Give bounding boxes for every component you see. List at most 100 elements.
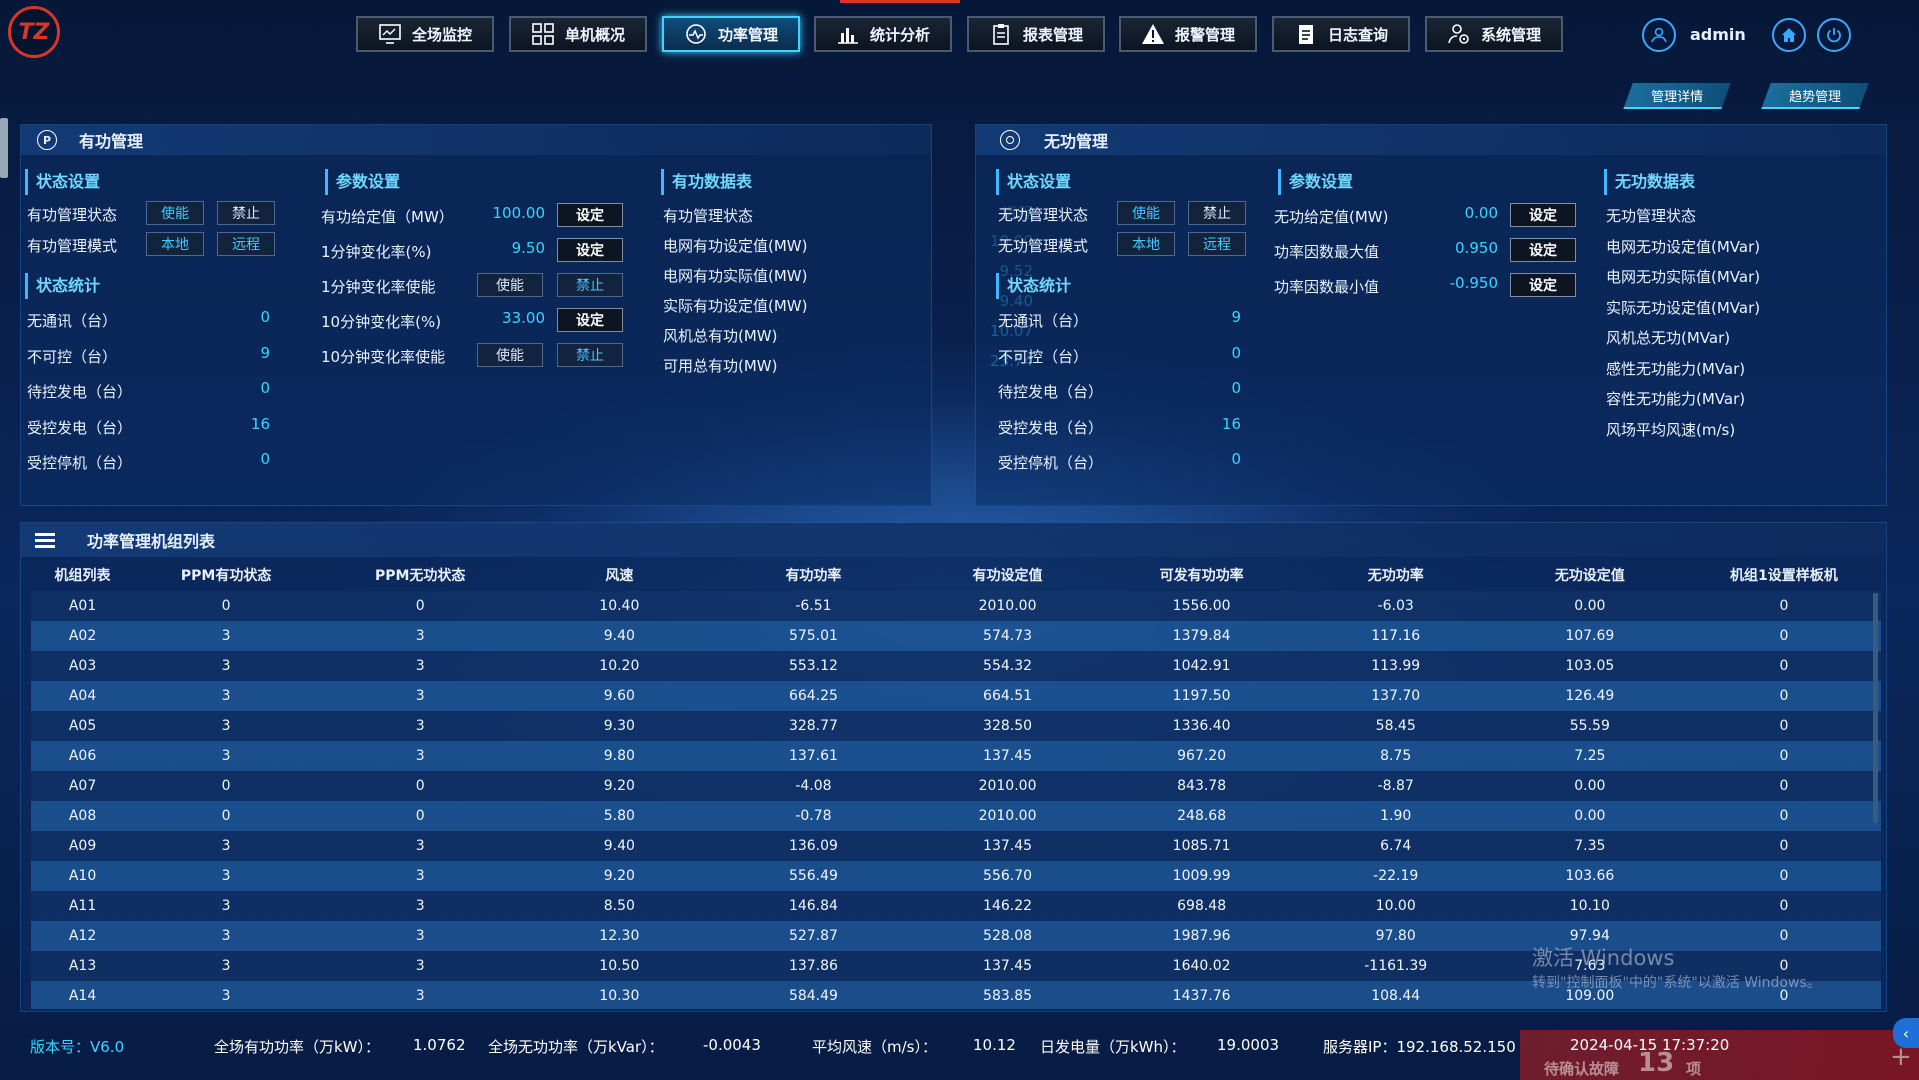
param-disable-button[interactable]: 禁止 [557, 273, 623, 297]
status-stat-value: 0 [260, 379, 270, 397]
table-cell: 0 [1779, 718, 1789, 734]
table-row[interactable]: A11 3 3 8.50 146.84 146.22 698.48 10.00 10.10 0 [31, 891, 1881, 921]
table-cell: 575.01 [788, 628, 838, 644]
column-header[interactable]: PPM有功状态 [134, 559, 318, 591]
column-header[interactable]: 有功设定值 [910, 559, 1104, 591]
nav-power-gauge-button[interactable]: 功率管理 [662, 16, 800, 52]
param-enable-button[interactable]: 使能 [477, 273, 543, 297]
data-row-value: 远程 [1744, 202, 1919, 223]
table-cell: 2010.00 [978, 808, 1037, 824]
user-icon[interactable] [1642, 18, 1676, 52]
param-set-button[interactable]: 设定 [557, 308, 623, 332]
table-row[interactable]: A02 3 3 9.40 575.01 574.73 1379.84 117.16 107.69… [31, 621, 1881, 651]
nav-grid-button[interactable]: 单机概况 [509, 16, 647, 52]
column-header[interactable]: 机组列表 [31, 559, 134, 591]
table-row[interactable]: A07 0 0 9.20 -4.08 2010.00 843.78 -8.87 0.00 0 [31, 771, 1881, 801]
table-cell: 0 [1779, 778, 1789, 794]
table-cell: 103.05 [1565, 658, 1615, 674]
table-cell: 553.12 [788, 658, 838, 674]
table-scrollbar[interactable] [1873, 593, 1878, 823]
table-row[interactable]: A08 0 0 5.80 -0.78 2010.00 248.68 1.90 0.00 0 [31, 801, 1881, 831]
table-cell: 0.00 [1574, 808, 1606, 824]
power-icon[interactable] [1817, 18, 1851, 52]
status-stat-value: 0 [1231, 343, 1241, 362]
nav-user-settings-button[interactable]: 系统管理 [1425, 16, 1563, 52]
column-header[interactable]: 无功设定值 [1493, 559, 1687, 591]
table-cell: 137.45 [983, 838, 1033, 854]
data-row-value: 0.00 [1744, 294, 1919, 312]
status-btn-secondary[interactable]: 禁止 [1188, 201, 1246, 225]
status-btn-secondary[interactable]: 远程 [1188, 232, 1246, 256]
table-row[interactable]: A06 3 3 9.80 137.61 137.45 967.20 8.75 7.25 0 [31, 741, 1881, 771]
param-set-button[interactable]: 设定 [1510, 273, 1576, 297]
table-cell: 1.90 [1380, 808, 1412, 824]
status-btn-secondary[interactable]: 远程 [217, 232, 275, 256]
param-set-button[interactable]: 设定 [1510, 203, 1576, 227]
total-reactive-value: -0.0043 [703, 1036, 761, 1054]
data-row-label: 可用总有功(MW) [663, 357, 778, 375]
table-cell: 1009.99 [1172, 868, 1231, 884]
table-cell: A08 [68, 808, 97, 824]
status-btn-secondary[interactable]: 禁止 [217, 201, 275, 225]
table-cell: 6.74 [1380, 838, 1412, 854]
column-header[interactable]: 有功功率 [716, 559, 910, 591]
version-label: 版本号：V6.0 [30, 1038, 125, 1056]
home-icon[interactable] [1772, 18, 1806, 52]
column-header[interactable]: 风速 [522, 559, 716, 591]
nav-clipboard-button[interactable]: 报表管理 [967, 16, 1105, 52]
status-btn-primary[interactable]: 使能 [1117, 201, 1175, 225]
column-header[interactable]: 无功功率 [1299, 559, 1493, 591]
status-btn-primary[interactable]: 使能 [146, 201, 204, 225]
table-row[interactable]: A01 0 0 10.40 -6.51 2010.00 1556.00 -6.03 0.00 0 [31, 591, 1881, 621]
column-header[interactable]: PPM无功状态 [318, 559, 522, 591]
table-cell: 2010.00 [978, 778, 1037, 794]
param-disable-button[interactable]: 禁止 [557, 343, 623, 367]
param-enable-button[interactable]: 使能 [477, 343, 543, 367]
pending-fault-unit: 项 [1686, 1060, 1702, 1078]
status-btn-primary[interactable]: 本地 [1117, 232, 1175, 256]
username: admin [1690, 25, 1746, 44]
column-header[interactable]: 机组1设置样板机 [1687, 559, 1881, 591]
table-cell: 554.32 [983, 658, 1033, 674]
table-cell: 137.45 [983, 748, 1033, 764]
table-cell: 1042.91 [1172, 658, 1231, 674]
table-row[interactable]: A10 3 3 9.20 556.49 556.70 1009.99 -22.19 103.66… [31, 861, 1881, 891]
param-set-button[interactable]: 设定 [1510, 238, 1576, 262]
table-cell: 0 [1779, 748, 1789, 764]
table-row[interactable]: A04 3 3 9.60 664.25 664.51 1197.50 137.70 126.49… [31, 681, 1881, 711]
nav-label: 报警管理 [1174, 25, 1235, 44]
table-cell: 0 [415, 598, 425, 614]
table-cell: A05 [68, 718, 97, 734]
data-row-label: 风机总有功(MW) [663, 327, 778, 345]
nav-warning-button[interactable]: 报警管理 [1119, 16, 1257, 52]
table-cell: 1085.71 [1172, 838, 1231, 854]
params-title: 参数设置 [325, 169, 400, 195]
active-power-panel: P 有功管理 状态设置 有功管理状态 使能 禁止 有功管理模式 本地 远程 状态统计 无通讯（台… [20, 124, 1033, 506]
active-power-title: 有功管理 [79, 132, 144, 151]
param-set-button[interactable]: 设定 [557, 203, 623, 227]
nav-document-button[interactable]: 日志查询 [1272, 16, 1410, 52]
status-setting-label: 无功管理状态 [998, 206, 1089, 224]
tab-manage-detail[interactable]: 管理详情 [1623, 83, 1731, 109]
param-set-button[interactable]: 设定 [557, 238, 623, 262]
param-value: 33.00 [502, 309, 545, 327]
table-cell: 0 [1779, 868, 1789, 884]
table-row[interactable]: A09 3 3 9.40 136.09 137.45 1085.71 6.74 7.35 0 [31, 831, 1881, 861]
active-power-header: P 有功管理 [21, 125, 931, 155]
table-row[interactable]: A03 3 3 10.20 553.12 554.32 1042.91 113.99 103.0… [31, 651, 1881, 681]
status-btn-primary[interactable]: 本地 [146, 232, 204, 256]
param-label: 10分钟变化率使能 [321, 348, 446, 366]
table-cell: 10.40 [599, 598, 640, 614]
fault-alert-bar[interactable]: 2024-04-15 17:37:20 待确认故障 13 项 + [1520, 1030, 1919, 1080]
table-row[interactable]: A05 3 3 9.30 328.77 328.50 1336.40 58.45 55.59 0 [31, 711, 1881, 741]
side-scroll-handle[interactable] [0, 118, 8, 178]
tab-trend-manage[interactable]: 趋势管理 [1761, 83, 1869, 109]
status-stats-title: 状态统计 [25, 273, 100, 299]
status-setting-label: 有功管理状态 [27, 206, 118, 224]
table-cell: -1161.39 [1364, 958, 1428, 974]
chevron-left-icon[interactable]: ‹ [1893, 1018, 1919, 1048]
column-header[interactable]: 可发有功功率 [1105, 559, 1299, 591]
nav-bar-chart-button[interactable]: 统计分析 [814, 16, 952, 52]
table-cell: 10.00 [1375, 898, 1416, 914]
nav-monitor-button[interactable]: 全场监控 [356, 16, 494, 52]
